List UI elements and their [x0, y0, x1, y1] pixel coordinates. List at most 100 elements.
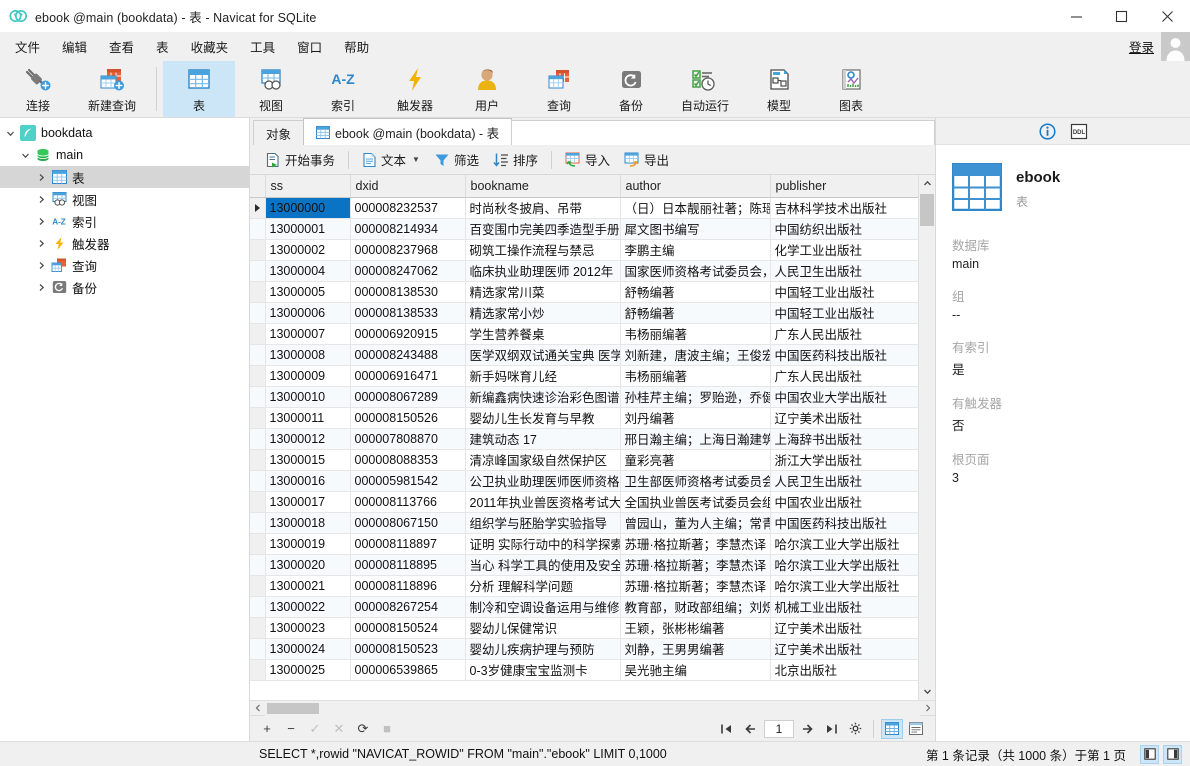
- close-button[interactable]: [1144, 0, 1190, 32]
- cell-bookname[interactable]: 分析 理解科学问题: [465, 575, 621, 597]
- toolbar-view[interactable]: 视图: [235, 61, 307, 117]
- cell-author[interactable]: 国家医师资格考试委员会，医: [620, 260, 771, 282]
- cell-bookname[interactable]: 婴幼儿疾病护理与预防: [465, 638, 621, 660]
- cell-bookname[interactable]: 建筑动态 17: [465, 428, 621, 450]
- minimize-button[interactable]: [1054, 0, 1099, 32]
- cell-bookname[interactable]: 临床执业助理医师 2012年: [465, 260, 621, 282]
- cell-author[interactable]: 王颖，张彬彬编著: [620, 617, 771, 639]
- table-row[interactable]: 13000010 000008067289 新编鑫病快速诊治彩色图谱 孙桂芹主编；罗贻…: [250, 386, 918, 408]
- prev-page-button[interactable]: [740, 718, 762, 740]
- avatar[interactable]: [1161, 32, 1190, 61]
- cell-publisher[interactable]: 人民卫生出版社: [770, 260, 918, 282]
- menu-view[interactable]: 查看: [98, 33, 145, 60]
- cell-bookname[interactable]: 0-3岁健康宝宝监测卡: [465, 659, 621, 681]
- table-row[interactable]: 13000024 000008150523 婴幼儿疾病护理与预防 刘静，王男男编著 辽宁…: [250, 638, 918, 660]
- text-button[interactable]: 文本 ▼: [355, 147, 427, 172]
- chevron-right-icon[interactable]: [33, 195, 49, 204]
- cell-ss[interactable]: 13000009: [265, 365, 351, 387]
- row-marker[interactable]: [250, 218, 266, 240]
- cell-dxid[interactable]: 000008150523: [350, 638, 466, 660]
- row-marker[interactable]: [250, 323, 266, 345]
- cell-publisher[interactable]: 中国医药科技出版社: [770, 344, 918, 366]
- tab-objects[interactable]: 对象: [253, 120, 305, 145]
- cell-dxid[interactable]: 000008067289: [350, 386, 466, 408]
- table-row[interactable]: 13000023 000008150524 婴幼儿保健常识 王颖，张彬彬编著 辽宁美术出…: [250, 617, 918, 639]
- table-row[interactable]: 13000008 000008243488 医学双纲双试通关宝典 医学 刘新建，唐波主…: [250, 344, 918, 366]
- cell-ss[interactable]: 13000017: [265, 491, 351, 513]
- cell-author[interactable]: 犀文图书编写: [620, 218, 771, 240]
- cell-publisher[interactable]: 中国轻工业出版社: [770, 281, 918, 303]
- cell-publisher[interactable]: 浙江大学出版社: [770, 449, 918, 471]
- cell-dxid[interactable]: 000006920915: [350, 323, 466, 345]
- column-header-publisher[interactable]: publisher: [770, 175, 918, 198]
- cell-author[interactable]: 韦杨丽编著: [620, 323, 771, 345]
- toolbar-connection[interactable]: 连接: [2, 61, 74, 117]
- form-view-button[interactable]: [905, 719, 927, 739]
- cell-dxid[interactable]: 000005981542: [350, 470, 466, 492]
- column-header-dxid[interactable]: dxid: [350, 175, 466, 198]
- sidebar-item-triggers[interactable]: 触发器: [0, 232, 249, 254]
- cell-dxid[interactable]: 000006539865: [350, 659, 466, 681]
- toolbar-query[interactable]: 查询: [523, 61, 595, 117]
- table-row[interactable]: 13000005 000008138530 精选家常川菜 舒畅编著 中国轻工业出版社: [250, 281, 918, 303]
- cell-publisher[interactable]: 中国农业大学出版社: [770, 386, 918, 408]
- cell-author[interactable]: 吴光驰主编: [620, 659, 771, 681]
- table-row[interactable]: 13000002 000008237968 砌筑工操作流程与禁忌 李鹏主编 化学工业出版…: [250, 239, 918, 261]
- row-marker[interactable]: [250, 302, 266, 324]
- scroll-left-icon[interactable]: [250, 704, 265, 712]
- cell-bookname[interactable]: 新编鑫病快速诊治彩色图谱: [465, 386, 621, 408]
- row-marker[interactable]: [250, 260, 266, 282]
- cell-bookname[interactable]: 婴幼儿保健常识: [465, 617, 621, 639]
- filter-button[interactable]: 筛选: [427, 147, 486, 172]
- cell-publisher[interactable]: 中国纺织出版社: [770, 218, 918, 240]
- horizontal-scroll-thumb[interactable]: [267, 702, 319, 714]
- export-button[interactable]: 导出: [617, 147, 676, 172]
- cell-dxid[interactable]: 000008243488: [350, 344, 466, 366]
- column-header-bookname[interactable]: bookname: [465, 175, 621, 198]
- first-page-button[interactable]: [716, 718, 738, 740]
- cell-bookname[interactable]: 当心 科学工具的使用及安全: [465, 554, 621, 576]
- chevron-down-icon[interactable]: [2, 129, 18, 138]
- chevron-right-icon[interactable]: [33, 239, 49, 248]
- cell-ss[interactable]: 13000005: [265, 281, 351, 303]
- table-row[interactable]: 13000006 000008138533 精选家常小炒 舒畅编著 中国轻工业出版社: [250, 302, 918, 324]
- cell-ss[interactable]: 13000002: [265, 239, 351, 261]
- table-row[interactable]: 13000021 000008118896 分析 理解科学问题 苏珊·格拉斯著；李慧杰…: [250, 575, 918, 597]
- table-row[interactable]: 13000015 000008088353 清凉峰国家级自然保护区 童彩亮著 浙江大学出…: [250, 449, 918, 471]
- cell-bookname[interactable]: 精选家常小炒: [465, 302, 621, 324]
- cell-bookname[interactable]: 婴幼儿生长发育与早教: [465, 407, 621, 429]
- chevron-right-icon[interactable]: [33, 173, 49, 182]
- row-marker[interactable]: [250, 239, 266, 261]
- grid-view-button[interactable]: [881, 718, 903, 739]
- cell-ss[interactable]: 13000022: [265, 596, 351, 618]
- toolbar-trigger[interactable]: 触发器: [379, 61, 451, 117]
- cell-author[interactable]: 舒畅编著: [620, 302, 771, 324]
- sidebar-item-indexes[interactable]: A-Z 索引: [0, 210, 249, 232]
- last-page-button[interactable]: [820, 718, 842, 740]
- cell-ss[interactable]: 13000007: [265, 323, 351, 345]
- cell-dxid[interactable]: 000007808870: [350, 428, 466, 450]
- grid-settings-button[interactable]: [844, 718, 866, 740]
- row-marker[interactable]: [250, 470, 266, 492]
- cell-bookname[interactable]: 证明 实际行动中的科学探索: [465, 533, 621, 555]
- column-header-ss[interactable]: ss: [265, 175, 351, 198]
- cell-author[interactable]: 童彩亮著: [620, 449, 771, 471]
- cell-bookname[interactable]: 新手妈咪育儿经: [465, 365, 621, 387]
- horizontal-scrollbar[interactable]: [250, 700, 935, 716]
- cell-publisher[interactable]: 机械工业出版社: [770, 596, 918, 618]
- sidebar-item-queries[interactable]: 查询: [0, 254, 249, 276]
- cell-bookname[interactable]: 时尚秋冬披肩、吊带: [465, 197, 621, 219]
- cell-ss[interactable]: 13000006: [265, 302, 351, 324]
- table-row[interactable]: 13000016 000005981542 公卫执业助理医师医师资格考 卫生部医师资格…: [250, 470, 918, 492]
- chevron-down-icon[interactable]: [17, 151, 33, 160]
- cell-bookname[interactable]: 百变围巾完美四季造型手册: [465, 218, 621, 240]
- scroll-up-icon[interactable]: [919, 175, 935, 192]
- grid-viewport[interactable]: ss dxid bookname author publisher 130000…: [250, 175, 918, 700]
- cell-author[interactable]: 苏珊·格拉斯著；李慧杰译: [620, 554, 771, 576]
- maximize-button[interactable]: [1099, 0, 1144, 32]
- cell-author[interactable]: 曾园山，董为人主编；常青，: [620, 512, 771, 534]
- menu-file[interactable]: 文件: [4, 33, 51, 60]
- cell-dxid[interactable]: 000008067150: [350, 512, 466, 534]
- cell-ss[interactable]: 13000004: [265, 260, 351, 282]
- next-page-button[interactable]: [796, 718, 818, 740]
